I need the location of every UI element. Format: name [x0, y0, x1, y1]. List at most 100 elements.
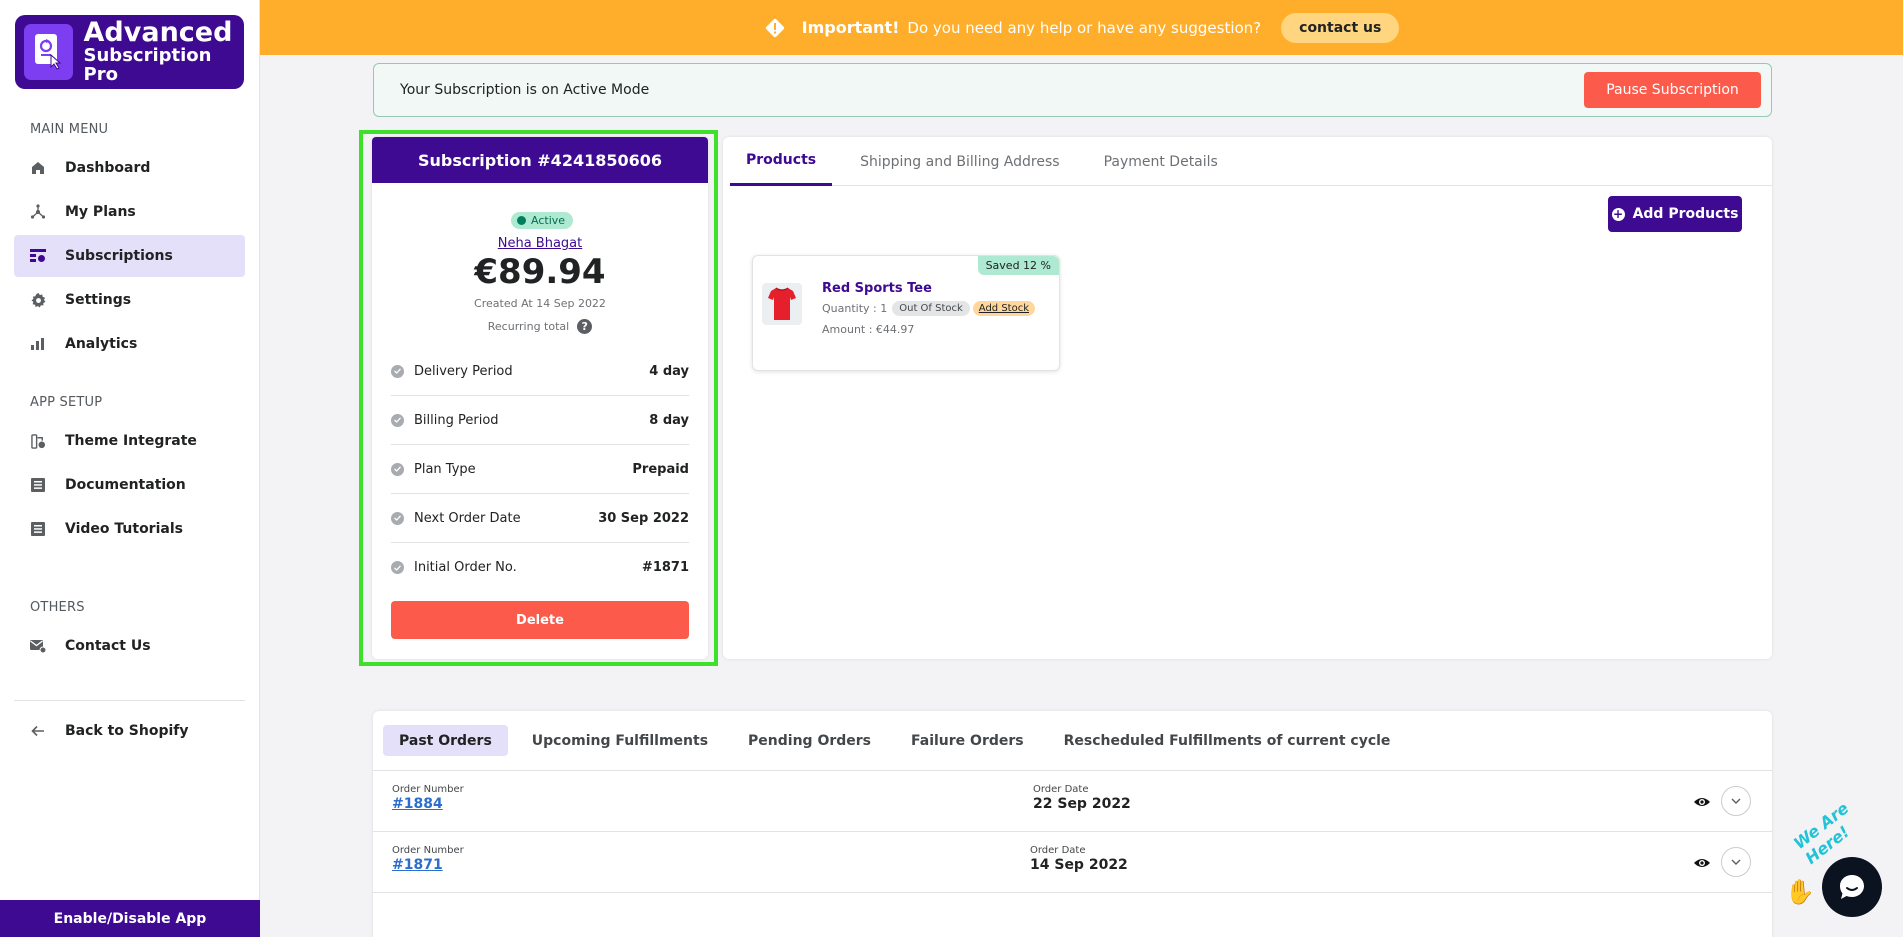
- sidebar-item-label: Dashboard: [65, 160, 151, 176]
- tab-rescheduled-fulfillments[interactable]: Rescheduled Fulfillments of current cycl…: [1048, 725, 1407, 756]
- tab-upcoming-fulfillments[interactable]: Upcoming Fulfillments: [516, 725, 724, 756]
- back-to-shopify-label: Back to Shopify: [65, 723, 189, 739]
- detail-label: Initial Order No.: [414, 560, 517, 575]
- logo-icon: [24, 24, 73, 80]
- detail-value: 30 Sep 2022: [598, 510, 689, 526]
- tab-past-orders[interactable]: Past Orders: [383, 725, 508, 756]
- product-card: Saved 12 % Red Sports Tee Quantity : 1 O…: [752, 255, 1060, 371]
- subscription-price: €89.94: [474, 252, 606, 292]
- check-circle-icon: [391, 561, 404, 574]
- product-image: [762, 283, 802, 325]
- detail-billing-period: Billing Period 8 day: [391, 396, 689, 445]
- product-quantity: Quantity : 1: [822, 302, 888, 315]
- app-setup-heading: APP SETUP: [30, 395, 103, 410]
- theme-icon: [29, 432, 47, 450]
- order-date-header: Order Date: [1033, 784, 1089, 795]
- subscription-title: Subscription #4241850606: [372, 137, 708, 183]
- eye-icon[interactable]: [1693, 793, 1711, 811]
- order-number-link[interactable]: #1884: [392, 796, 443, 812]
- subscription-tabs-panel: Products Shipping and Billing Address Pa…: [723, 137, 1772, 659]
- add-products-button[interactable]: + Add Products: [1608, 196, 1742, 232]
- sidebar: Advanced Subscription Pro MAIN MENU Dash…: [0, 0, 260, 937]
- detail-initial-order-no: Initial Order No. #1871: [391, 543, 689, 592]
- sidebar-item-label: Video Tutorials: [65, 521, 183, 537]
- order-date-header: Order Date: [1030, 845, 1086, 856]
- sidebar-item-contact-us[interactable]: Contact Us: [14, 625, 245, 667]
- sidebar-item-analytics[interactable]: Analytics: [14, 323, 245, 365]
- tab-failure-orders[interactable]: Failure Orders: [895, 725, 1040, 756]
- sidebar-item-label: Theme Integrate: [65, 433, 197, 449]
- help-banner: Important! Do you need any help or have …: [260, 0, 1903, 55]
- contact-us-button[interactable]: contact us: [1281, 12, 1400, 43]
- detail-value: Prepaid: [632, 461, 689, 477]
- plans-icon: [29, 203, 47, 221]
- tab-bar: Products Shipping and Billing Address Pa…: [730, 137, 1772, 186]
- status-badge: Active: [511, 212, 574, 229]
- tab-pending-orders[interactable]: Pending Orders: [732, 725, 887, 756]
- sidebar-divider: [14, 700, 245, 701]
- subscriptions-icon: [29, 247, 47, 265]
- sidebar-item-settings[interactable]: Settings: [14, 279, 245, 321]
- sidebar-item-label: Subscriptions: [65, 248, 173, 264]
- created-date: Created At 14 Sep 2022: [474, 297, 606, 310]
- table-row: Order Number #1871 Order Date 14 Sep 202…: [373, 832, 1772, 893]
- subscription-card: Subscription #4241850606 Active Neha Bha…: [372, 137, 708, 659]
- help-icon[interactable]: ?: [577, 319, 593, 334]
- tab-shipping-billing-address[interactable]: Shipping and Billing Address: [844, 137, 1075, 186]
- subscription-status-bar: Your Subscription is on Active Mode Paus…: [373, 63, 1772, 117]
- sidebar-item-label: Documentation: [65, 477, 186, 493]
- delete-subscription-button[interactable]: Delete: [391, 601, 689, 639]
- add-stock-button[interactable]: Add Stock: [972, 301, 1036, 316]
- chevron-down-icon[interactable]: [1721, 847, 1751, 877]
- sidebar-item-my-plans[interactable]: My Plans: [14, 191, 245, 233]
- sidebar-item-subscriptions[interactable]: Subscriptions: [14, 235, 245, 277]
- customer-name-link[interactable]: Neha Bhagat: [372, 236, 708, 251]
- plus-circle-icon: +: [1611, 207, 1625, 221]
- recurring-total: Recurring total ?: [372, 319, 708, 334]
- others-heading: OTHERS: [30, 600, 85, 615]
- warning-icon: [765, 18, 784, 37]
- check-circle-icon: [391, 364, 404, 378]
- chevron-down-icon[interactable]: [1721, 786, 1751, 816]
- detail-value: 4 day: [649, 363, 689, 379]
- detail-value: 8 day: [649, 412, 689, 428]
- arrow-left-icon: [29, 722, 47, 740]
- detail-label: Next Order Date: [414, 510, 521, 526]
- check-circle-icon: [391, 511, 404, 525]
- detail-value: #1871: [641, 560, 689, 575]
- pause-subscription-button[interactable]: Pause Subscription: [1584, 72, 1761, 108]
- tab-products[interactable]: Products: [730, 137, 833, 186]
- order-date: 14 Sep 2022: [1030, 857, 1128, 873]
- back-to-shopify-link[interactable]: Back to Shopify: [14, 710, 245, 752]
- detail-next-order-date: Next Order Date 30 Sep 2022: [391, 494, 689, 543]
- logo-subtitle: Subscription Pro: [83, 45, 212, 86]
- detail-delivery-period: Delivery Period 4 day: [391, 347, 689, 396]
- video-list-icon: [29, 520, 47, 538]
- product-name[interactable]: Red Sports Tee: [822, 281, 932, 296]
- we-are-here-label: We Are Here!: [1790, 798, 1854, 868]
- sidebar-item-video-tutorials[interactable]: Video Tutorials: [14, 508, 245, 550]
- product-quantity-row: Quantity : 1 Out Of Stock Add Stock: [822, 301, 1036, 316]
- tab-payment-details[interactable]: Payment Details: [1088, 137, 1234, 186]
- app-logo[interactable]: Advanced Subscription Pro: [15, 15, 244, 89]
- enable-disable-app-button[interactable]: Enable/Disable App: [0, 900, 260, 937]
- detail-label: Plan Type: [414, 461, 476, 477]
- recurring-total-label: Recurring total: [487, 320, 570, 333]
- order-date: 22 Sep 2022: [1033, 796, 1131, 812]
- sidebar-item-label: Settings: [65, 292, 132, 308]
- order-number-link[interactable]: #1871: [392, 857, 443, 873]
- logo-title: Advanced: [83, 16, 233, 48]
- chat-bubble-icon: [1840, 875, 1864, 899]
- sidebar-item-theme-integrate[interactable]: Theme Integrate: [14, 420, 245, 462]
- orders-panel: Past Orders Upcoming Fulfillments Pendin…: [373, 711, 1772, 937]
- saved-badge: Saved 12 %: [977, 256, 1059, 275]
- home-icon: [29, 159, 47, 177]
- eye-icon[interactable]: [1693, 854, 1711, 872]
- status-badge-label: Active: [531, 214, 566, 227]
- sidebar-item-documentation[interactable]: Documentation: [14, 464, 245, 506]
- document-icon: [29, 476, 47, 494]
- add-products-label: Add Products: [1632, 206, 1739, 222]
- chat-button[interactable]: [1822, 857, 1882, 917]
- sidebar-item-dashboard[interactable]: Dashboard: [14, 147, 245, 189]
- detail-label: Delivery Period: [414, 363, 513, 379]
